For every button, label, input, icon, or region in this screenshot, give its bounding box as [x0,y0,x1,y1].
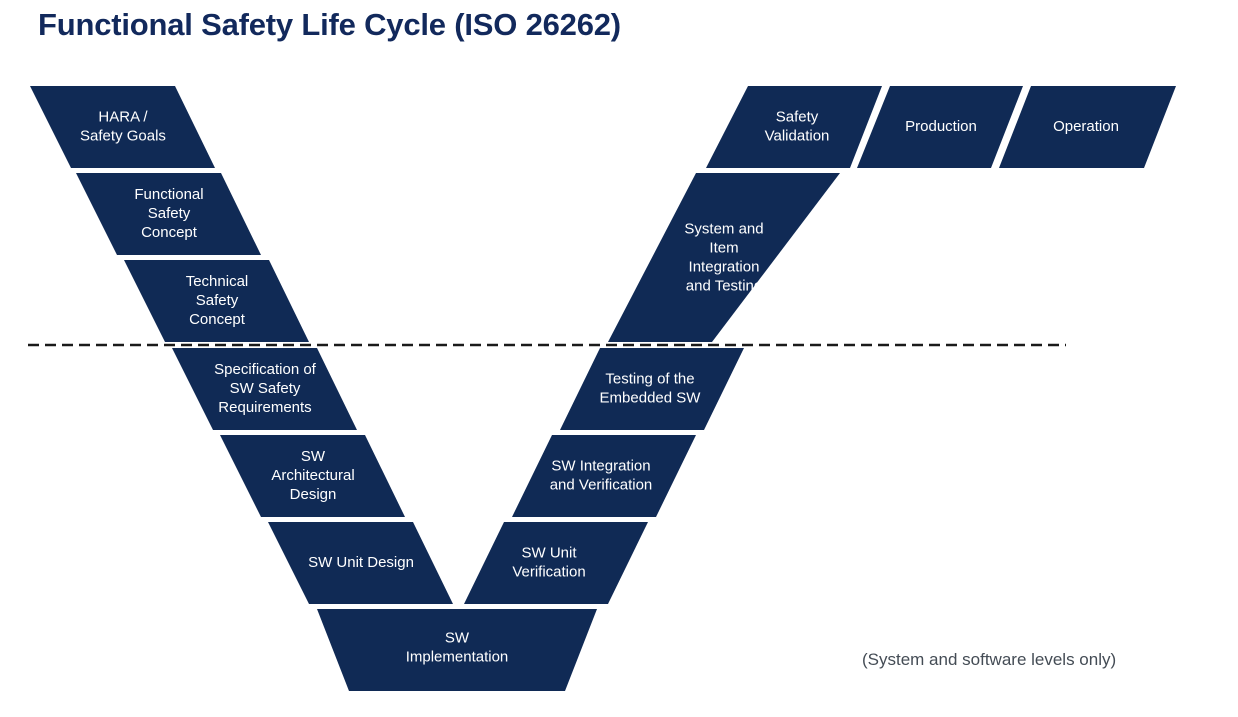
lifecycle-phase-sw-implementation[interactable]: SW Implementation [317,609,597,691]
v-apex-group: SW Implementation [317,609,597,691]
v-model-diagram: HARA / Safety GoalsFunctional Safety Concep… [28,86,1176,691]
lifecycle-phase-sw-integration-and-verification[interactable]: SW Integration and Verification [512,435,696,517]
lifecycle-phase-functional-safety-concept[interactable]: Functional Safety Concept [76,173,261,255]
post-development-row: Safety Validation Production Operation [706,86,1176,168]
phase-label-production: Production [905,118,977,135]
lifecycle-phase-technical-safety-concept[interactable]: Technical Safety Concept [124,260,309,342]
lifecycle-phase-specification-of-sw-safety-requirements[interactable]: Specification of SW Safety Requirements [172,348,357,430]
phase-label-operation: Operation [1053,118,1119,135]
diagram-canvas: Functional Safety Life Cycle (ISO 26262)… [0,0,1238,717]
lifecycle-phase-hara-safety-goals[interactable]: HARA / Safety Goals [30,86,215,168]
lifecycle-phase-sw-unit-design[interactable]: SW Unit Design [268,522,453,604]
lifecycle-phase-safety-validation[interactable]: Safety Validation [706,86,882,168]
lifecycle-phase-production[interactable]: Production [857,86,1023,168]
lifecycle-phase-sw-architectural-design[interactable]: SW Architectural Design [220,435,405,517]
lifecycle-phase-testing-of-the-embedded-sw[interactable]: Testing of the Embedded SW [560,348,744,430]
verification-ascending-branch: SW Unit VerificationSW Integration and Ver… [464,173,840,604]
lifecycle-phase-operation[interactable]: Operation [999,86,1176,168]
footnote-caption: (System and software levels only) [862,650,1117,669]
phase-label-sw-unit-design: SW Unit Design [308,554,414,571]
lifecycle-phase-system-and-item-integration-and-testing[interactable]: System and Item Integration and Testing [608,173,840,342]
lifecycle-phase-sw-unit-verification[interactable]: SW Unit Verification [464,522,648,604]
